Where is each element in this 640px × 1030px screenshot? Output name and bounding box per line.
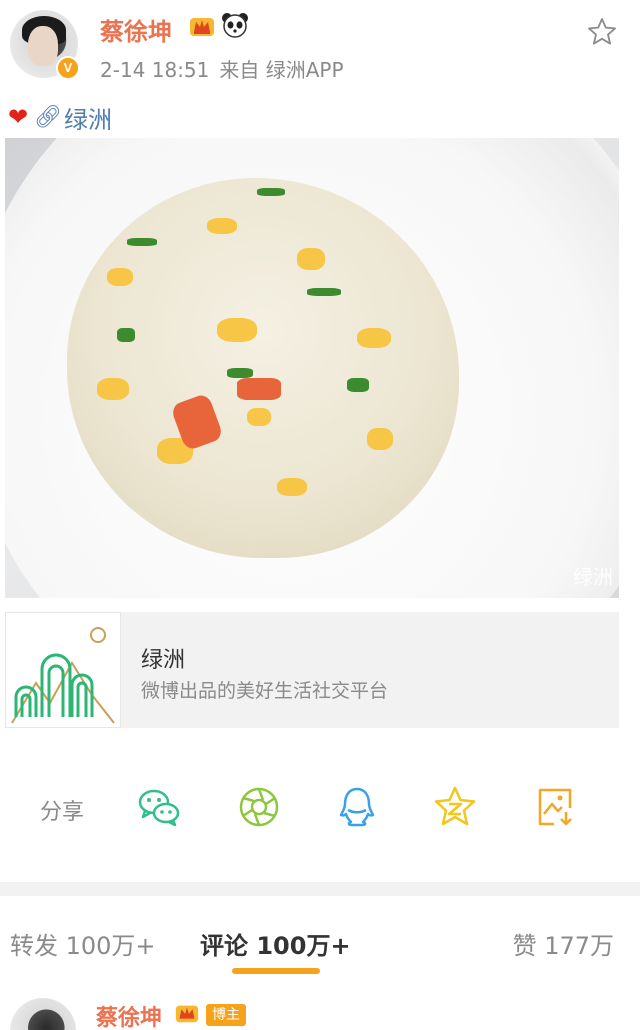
tab-repost[interactable]: 转发 100万+ <box>10 926 156 961</box>
panda-icon <box>222 13 248 38</box>
heart-icon: ❤ <box>8 103 29 131</box>
star-outline-icon[interactable] <box>586 16 618 48</box>
carrot-piece <box>237 378 281 400</box>
scallion-piece <box>257 188 285 196</box>
scallion-piece <box>227 368 253 378</box>
crown-icon <box>175 1005 199 1023</box>
qzone-icon[interactable] <box>432 784 478 830</box>
author-badge: 博主 <box>206 1004 246 1026</box>
wechat-icon[interactable] <box>136 784 182 830</box>
post-text: ❤ 🔗︎ 绿洲 <box>8 100 112 135</box>
post-link[interactable]: 绿洲 <box>64 100 112 135</box>
post-header: V 蔡徐坤 2-14 18:51 来自 绿洲APP <box>0 0 640 95</box>
share-label: 分享 <box>40 800 85 825</box>
egg-piece <box>367 428 393 450</box>
author-name[interactable]: 蔡徐坤 <box>100 12 172 47</box>
link-card[interactable]: 绿洲 微博出品的美好生活社交平台 <box>5 612 619 728</box>
card-title: 绿洲 <box>141 648 186 673</box>
comment-avatar[interactable] <box>10 998 76 1030</box>
active-tab-indicator <box>232 968 320 974</box>
engagement-tabs: 转发 100万+ 评论 100万+ 赞 177万 <box>0 912 640 976</box>
egg-piece <box>97 378 129 400</box>
photo-watermark: 绿洲 <box>573 565 613 589</box>
avatar-face <box>28 26 58 66</box>
egg-piece <box>277 478 307 496</box>
qq-icon[interactable] <box>334 784 380 830</box>
comment-item[interactable]: 蔡徐坤 博主 <box>0 990 640 1030</box>
verified-badge: V <box>56 56 80 80</box>
save-image-icon[interactable] <box>532 784 578 830</box>
oasis-logo <box>5 612 121 728</box>
section-divider <box>0 882 640 896</box>
post-source[interactable]: 来自 绿洲APP <box>219 58 343 82</box>
egg-piece <box>357 328 391 348</box>
share-row: 分享 <box>0 770 640 846</box>
crown-icon <box>190 18 214 36</box>
post-photo[interactable]: 绿洲 <box>5 138 619 598</box>
scallion-piece <box>117 328 135 342</box>
post-timestamp: 2-14 18:51 <box>100 58 210 82</box>
comment-author[interactable]: 蔡徐坤 <box>96 1000 162 1030</box>
egg-piece <box>107 268 133 286</box>
egg-piece <box>217 318 257 342</box>
egg-piece <box>297 248 325 270</box>
tab-likes[interactable]: 赞 177万 <box>513 926 614 961</box>
scallion-piece <box>127 238 157 246</box>
scallion-piece <box>347 378 369 392</box>
scallion-piece <box>307 288 341 296</box>
card-description: 微博出品的美好生活社交平台 <box>141 680 389 702</box>
egg-piece <box>247 408 271 426</box>
egg-piece <box>207 218 237 234</box>
link-icon[interactable]: 🔗︎ <box>34 105 62 130</box>
moments-icon[interactable] <box>236 784 282 830</box>
tab-comments[interactable]: 评论 100万+ <box>200 926 351 961</box>
oasis-logo-icon <box>11 627 115 724</box>
post-meta: 2-14 18:51 来自 绿洲APP <box>100 54 344 83</box>
